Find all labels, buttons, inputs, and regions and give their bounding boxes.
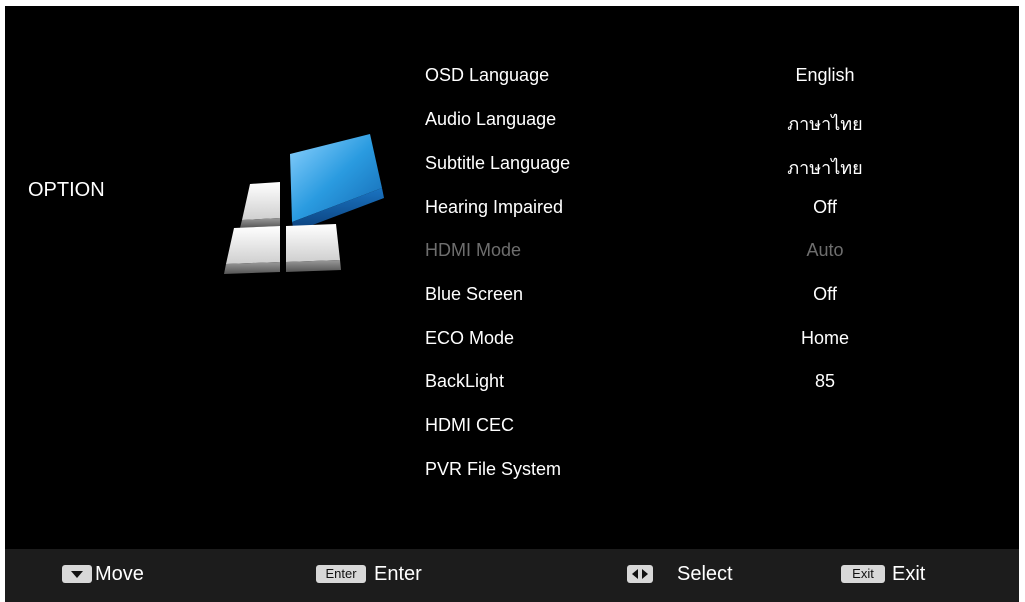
hint-move: Move [62, 563, 182, 587]
hint-exit-label: Exit [892, 563, 926, 585]
menu-item-label: PVR File System [425, 459, 562, 479]
hint-enter-label: Enter [374, 563, 422, 585]
menu-item-hdmi-cec[interactable]: HDMI CEC [425, 415, 985, 451]
enter-key-badge: Enter [316, 565, 366, 583]
menu-item-subtitle-language[interactable]: Subtitle Language ภาษาไทย [425, 153, 985, 189]
menu-item-label: ECO Mode [425, 328, 515, 348]
menu-item-label: BackLight [425, 371, 505, 391]
option-menu-icon [220, 126, 390, 286]
menu-item-label: Hearing Impaired [425, 197, 564, 217]
hint-exit: Exit Exit [841, 563, 961, 587]
menu-item-label: HDMI Mode [425, 240, 522, 260]
hint-select-label: Select [677, 563, 733, 585]
hint-select: Select [627, 563, 777, 587]
menu-item-backlight[interactable]: BackLight 85 [425, 371, 985, 407]
left-right-arrows-icon [627, 565, 653, 583]
menu-item-value: ภาษาไทย [787, 158, 863, 178]
menu-item-value: Home [800, 328, 849, 348]
down-arrow-icon [62, 565, 92, 583]
menu-item-label: Subtitle Language [425, 153, 571, 173]
tv-osd-screen: OPTION OSD Language English Audio Langua… [5, 6, 1019, 602]
menu-item-value: Off [813, 284, 837, 304]
page-title: OPTION [28, 179, 105, 201]
hint-enter: Enter Enter [316, 563, 466, 587]
hint-move-label: Move [95, 563, 144, 585]
menu-item-blue-screen[interactable]: Blue Screen Off [425, 284, 985, 320]
menu-item-value: Off [813, 197, 837, 217]
footer-hint-bar: Move Enter Enter Select Exit Exit [5, 549, 1019, 602]
menu-item-osd-language[interactable]: OSD Language English [425, 65, 985, 101]
menu-item-value: 85 [814, 371, 836, 391]
menu-item-pvr-file-system[interactable]: PVR File System [425, 459, 985, 495]
menu-item-value: Auto [806, 240, 844, 260]
menu-item-label: Audio Language [425, 109, 557, 129]
exit-key-badge: Exit [841, 565, 885, 583]
menu-item-eco-mode[interactable]: ECO Mode Home [425, 328, 985, 364]
menu-item-hdmi-mode: HDMI Mode Auto [425, 240, 985, 276]
menu-item-audio-language[interactable]: Audio Language ภาษาไทย [425, 109, 985, 145]
menu-item-label: HDMI CEC [425, 415, 514, 435]
menu-item-value: ภาษาไทย [787, 114, 863, 134]
menu-item-label: OSD Language [425, 65, 550, 85]
menu-item-label: Blue Screen [425, 284, 524, 304]
menu-item-value: English [795, 65, 855, 85]
menu-item-hearing-impaired[interactable]: Hearing Impaired Off [425, 197, 985, 233]
